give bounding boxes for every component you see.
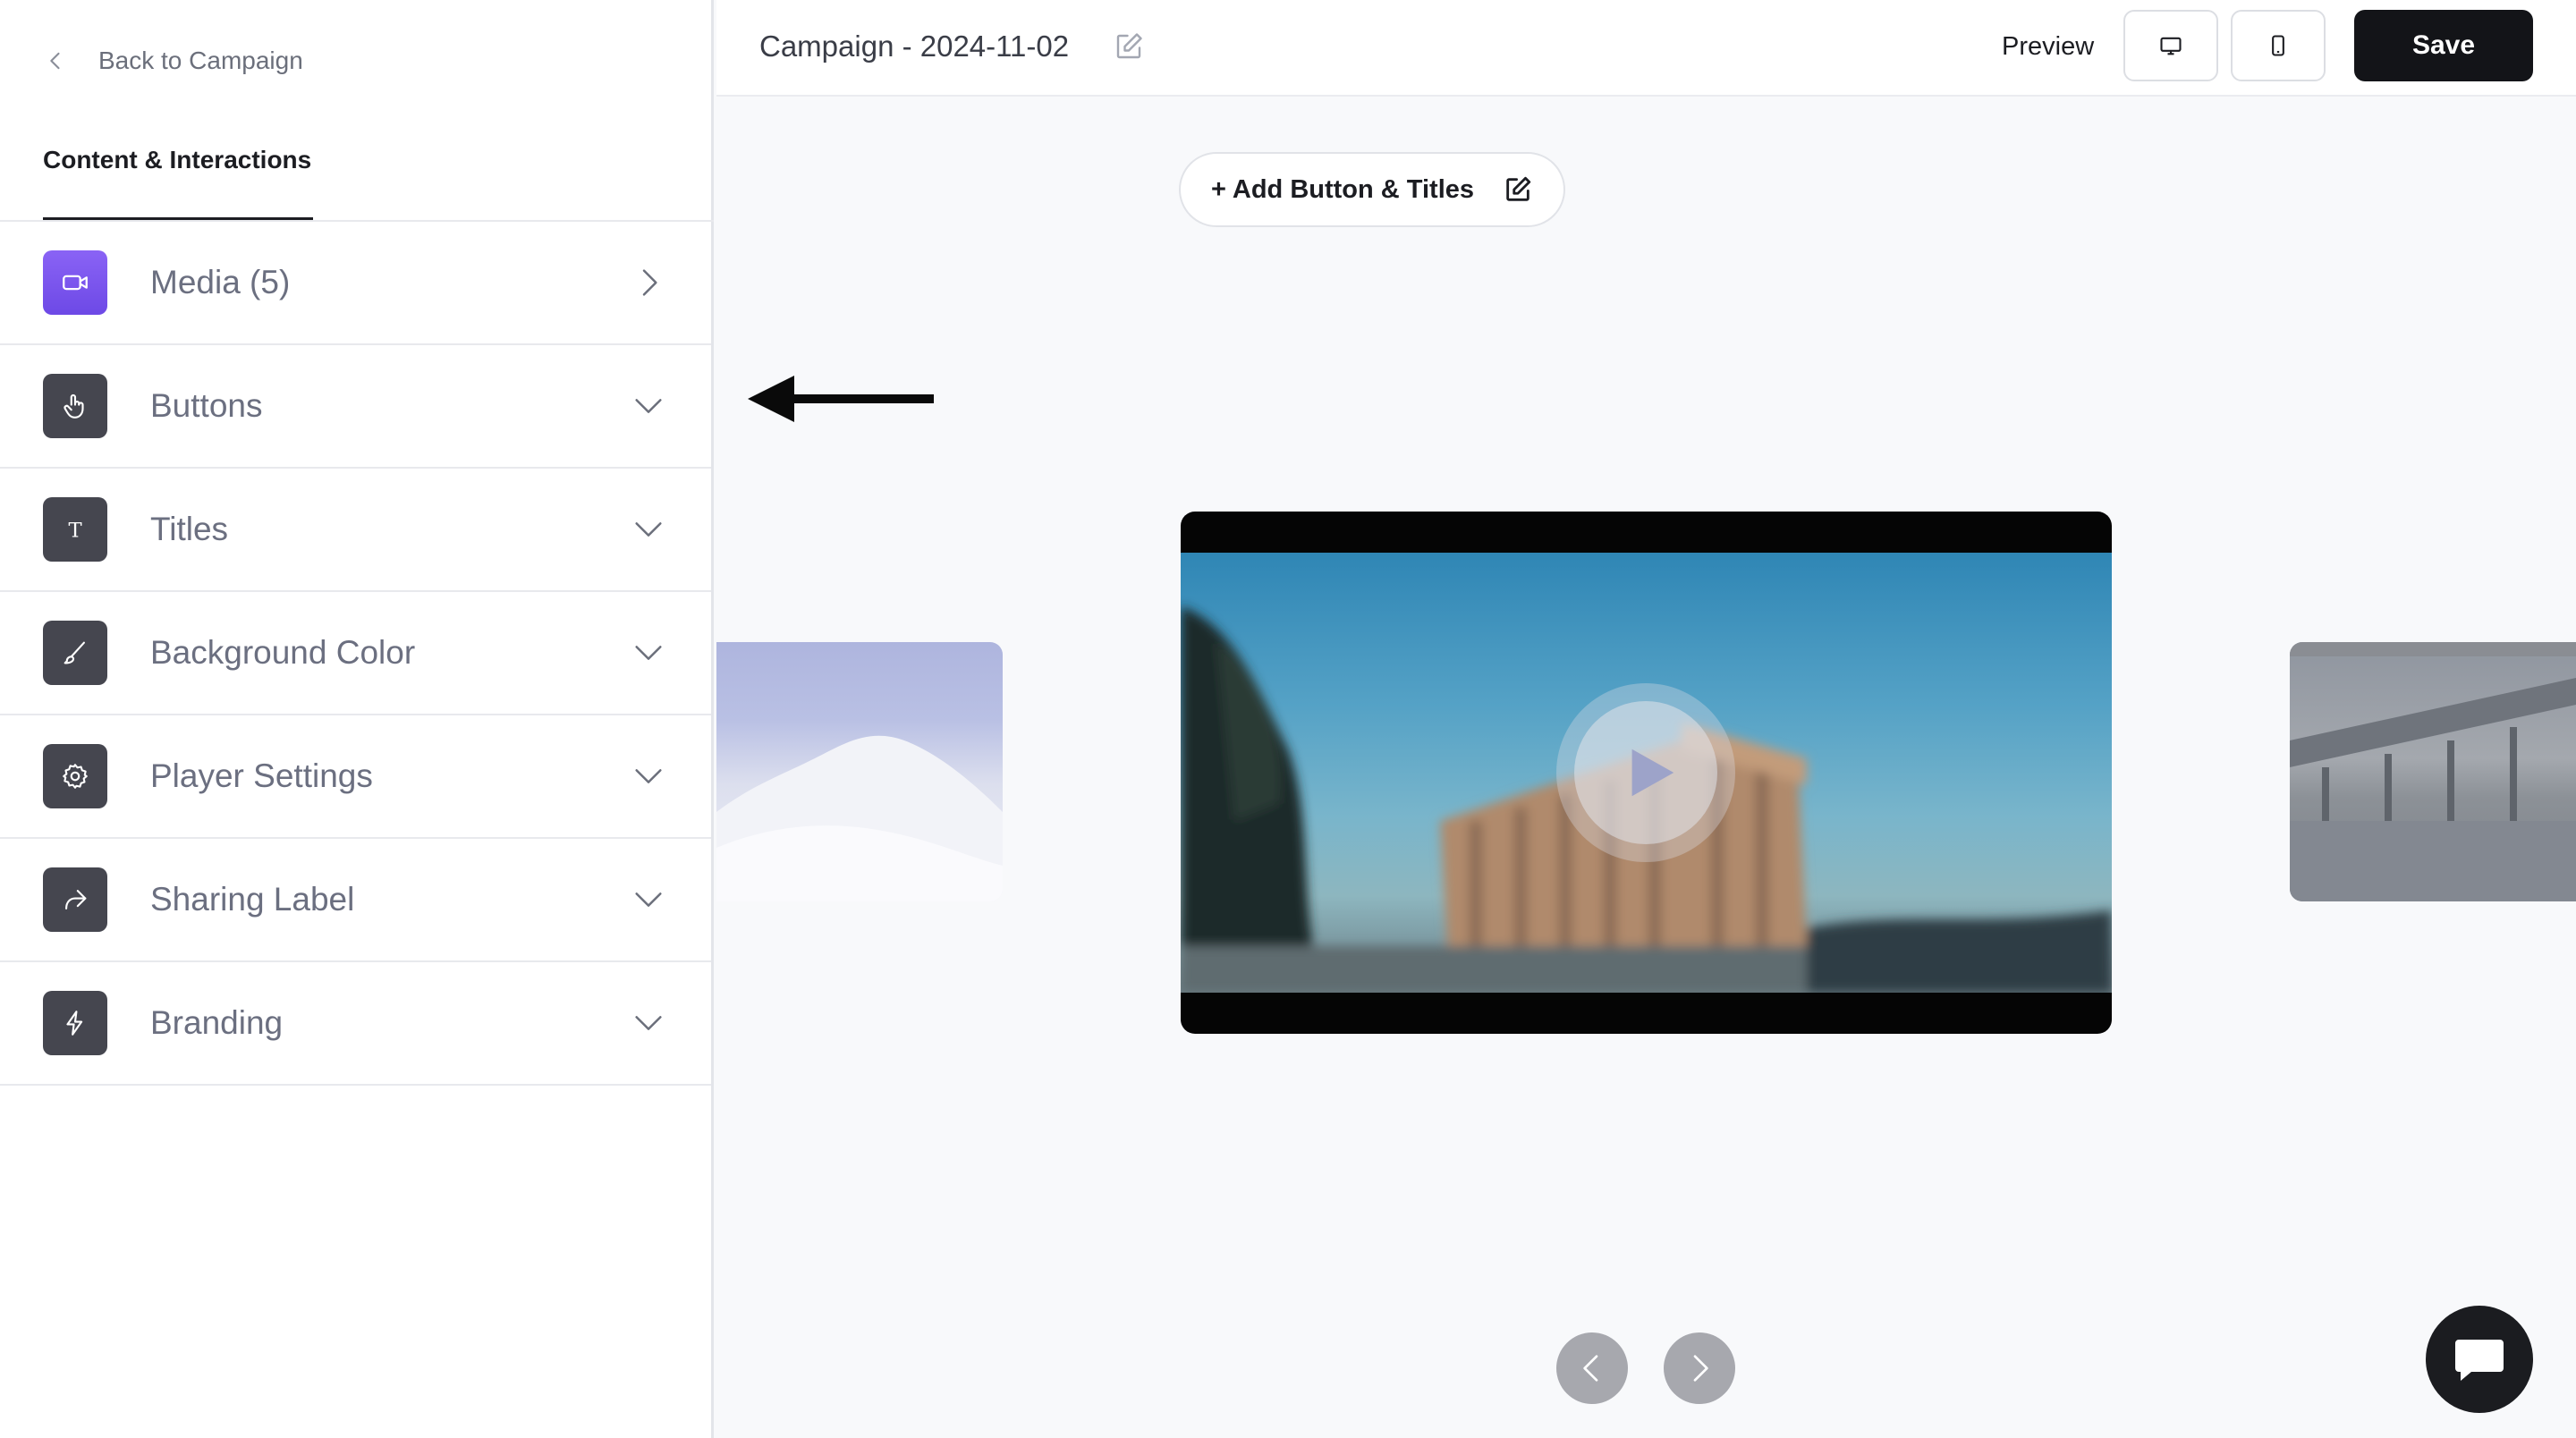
sidebar-item-player-settings[interactable]: Player Settings (0, 715, 711, 839)
chevron-down-icon (635, 522, 662, 537)
share-arrow-icon (43, 867, 107, 932)
sidebar-item-background-color[interactable]: Background Color (0, 592, 711, 715)
sidebar-item-label: Titles (150, 511, 229, 547)
desktop-view-button[interactable] (2123, 10, 2218, 81)
back-to-campaign-link[interactable]: Back to Campaign (43, 41, 303, 80)
preview-link[interactable]: Preview (2002, 27, 2094, 66)
next-media-button[interactable] (1664, 1332, 1735, 1404)
tab-content-interactions[interactable]: Content & Interactions (43, 140, 314, 220)
add-button-label: + Add Button & Titles (1210, 174, 1475, 204)
sidebar-item-label: Buttons (150, 387, 263, 424)
video-camera-icon (43, 250, 107, 315)
chevron-down-icon (635, 892, 662, 907)
hand-pointer-icon (43, 374, 107, 438)
video-frame (1181, 553, 2112, 993)
play-button-inner (1574, 701, 1717, 844)
play-button[interactable] (1556, 683, 1735, 862)
bridge-image (2290, 678, 2576, 901)
chat-widget-button[interactable] (2426, 1306, 2533, 1413)
chat-bubble-icon (2455, 1340, 2504, 1381)
chevron-right-icon (642, 269, 657, 296)
top-bar: Campaign - 2024-11-02 Preview Save (716, 0, 2576, 97)
chevron-right-icon (1693, 1355, 1708, 1382)
add-button-titles-button[interactable]: + Add Button & Titles (1179, 152, 1565, 227)
previous-media-button[interactable] (1556, 1332, 1628, 1404)
edit-title-icon[interactable] (1113, 30, 1145, 63)
sidebar-item-sharing-label[interactable]: Sharing Label (0, 839, 711, 962)
play-icon (1631, 749, 1674, 797)
media-thumbnail-next[interactable] (2290, 642, 2576, 901)
save-button[interactable]: Save (2354, 10, 2533, 81)
chevron-left-icon (1583, 1355, 1598, 1382)
sidebar-menu: Media (5) Buttons T Titles Background Co… (0, 222, 711, 1086)
chevron-down-icon (635, 399, 662, 413)
desktop-icon (2160, 37, 2182, 55)
mobile-icon (2272, 35, 2284, 56)
sidebar-item-label: Player Settings (150, 757, 373, 794)
sidebar-item-label: Sharing Label (150, 881, 355, 918)
sidebar-item-branding[interactable]: Branding (0, 962, 711, 1086)
chevron-left-icon (50, 52, 60, 70)
sidebar-item-titles[interactable]: T Titles (0, 469, 711, 592)
sidebar-item-label: Media (5) (150, 264, 291, 300)
sidebar-item-media[interactable]: Media (5) (0, 222, 711, 345)
gear-icon (43, 744, 107, 808)
chevron-down-icon (635, 1016, 662, 1030)
page-title: Campaign - 2024-11-02 (759, 30, 1070, 63)
snow-mountain-image (716, 735, 1003, 901)
edit-icon (1506, 176, 1531, 201)
chevron-down-icon (635, 769, 662, 783)
svg-text:T: T (68, 520, 81, 543)
video-player[interactable] (1181, 512, 2112, 1034)
chevron-down-icon (635, 646, 662, 660)
brush-icon (43, 621, 107, 685)
sidebar-item-buttons[interactable]: Buttons (0, 345, 711, 469)
annotation-arrow-left-icon (748, 376, 934, 422)
sidebar-item-label: Branding (150, 1004, 284, 1041)
sidebar: Back to Campaign Content & Interactions … (0, 0, 714, 1438)
media-thumbnail-previous[interactable] (716, 642, 1003, 901)
lightning-icon (43, 991, 107, 1055)
sidebar-item-label: Background Color (150, 634, 416, 671)
back-label: Back to Campaign (98, 47, 303, 74)
mobile-view-button[interactable] (2231, 10, 2326, 81)
text-t-icon: T (43, 497, 107, 562)
